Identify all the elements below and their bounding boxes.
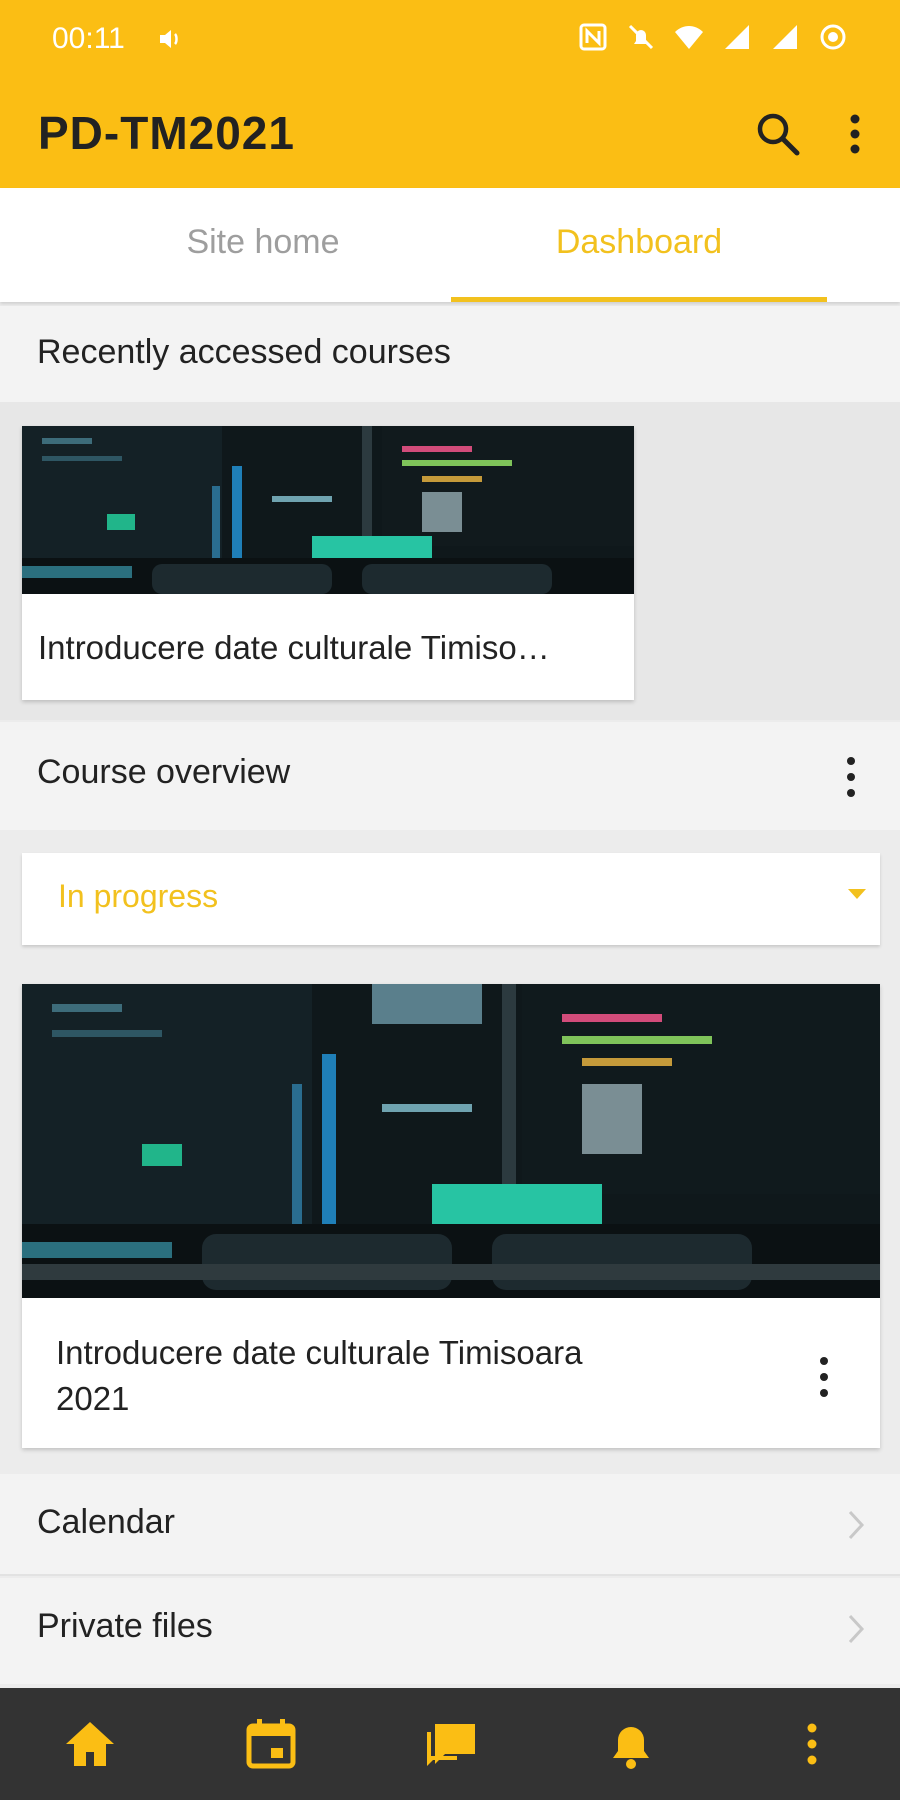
course-image bbox=[22, 426, 634, 594]
recent-course-card[interactable]: Introducere date culturale Timiso… bbox=[22, 426, 634, 700]
signal-icon-2 bbox=[773, 25, 797, 49]
course-card-menu-icon[interactable] bbox=[816, 1352, 832, 1402]
recent-courses-heading: Recently accessed courses bbox=[37, 333, 451, 371]
signal-icon bbox=[725, 25, 749, 49]
chevron-right-icon bbox=[848, 1510, 865, 1540]
course-overview-menu-icon[interactable] bbox=[843, 752, 859, 802]
recent-courses-carousel: Introducere date culturale Timiso… bbox=[0, 402, 900, 720]
private-files-link[interactable]: Private files bbox=[0, 1578, 900, 1684]
course-name-line-1: Introducere date culturale Timisoara bbox=[56, 1334, 583, 1371]
wifi-icon bbox=[675, 26, 703, 49]
tab-bar: Site home Dashboard bbox=[0, 188, 900, 302]
battery-saver-icon bbox=[820, 24, 846, 50]
course-card[interactable]: Introducere date culturale Timisoara 202… bbox=[22, 984, 880, 1448]
notifications-icon[interactable] bbox=[601, 1714, 661, 1774]
status-bar: 00:11 bbox=[0, 0, 900, 78]
messages-icon[interactable] bbox=[421, 1714, 481, 1774]
status-time: 00:11 bbox=[52, 22, 125, 55]
tab-dashboard-label: Dashboard bbox=[555, 223, 723, 261]
calendar-icon[interactable] bbox=[241, 1714, 301, 1774]
tab-site-home[interactable]: Site home bbox=[75, 188, 451, 302]
nfc-icon bbox=[579, 23, 607, 51]
chevron-right-icon bbox=[848, 1614, 865, 1644]
divider bbox=[0, 1574, 900, 1576]
course-filter-value: In progress bbox=[58, 878, 219, 914]
app-title: PD-TM2021 bbox=[38, 107, 295, 159]
search-icon[interactable] bbox=[752, 108, 804, 160]
more-icon[interactable] bbox=[782, 1714, 842, 1774]
course-filter-select[interactable]: In progress bbox=[22, 853, 880, 945]
tab-dashboard[interactable]: Dashboard bbox=[451, 188, 827, 302]
course-name: Introducere date culturale Timisoara 202… bbox=[56, 1330, 756, 1422]
course-image-large bbox=[22, 984, 880, 1298]
bottom-navigation bbox=[0, 1688, 900, 1800]
volume-icon bbox=[160, 30, 178, 48]
calendar-label: Calendar bbox=[37, 1503, 175, 1541]
home-icon[interactable] bbox=[60, 1714, 120, 1774]
recent-course-name: Introducere date culturale Timiso… bbox=[38, 629, 550, 666]
course-overview-header: Course overview bbox=[0, 722, 900, 830]
overflow-menu-icon[interactable] bbox=[838, 108, 872, 160]
private-files-label: Private files bbox=[37, 1607, 213, 1645]
dropdown-caret-icon bbox=[848, 889, 866, 899]
recent-courses-header: Recently accessed courses bbox=[0, 306, 900, 402]
app-bar: PD-TM2021 bbox=[0, 78, 900, 188]
calendar-link[interactable]: Calendar bbox=[0, 1474, 900, 1574]
course-name-line-2: 2021 bbox=[56, 1380, 130, 1417]
mute-icon bbox=[628, 24, 654, 50]
active-tab-indicator bbox=[451, 297, 827, 302]
course-overview-heading: Course overview bbox=[37, 753, 291, 791]
